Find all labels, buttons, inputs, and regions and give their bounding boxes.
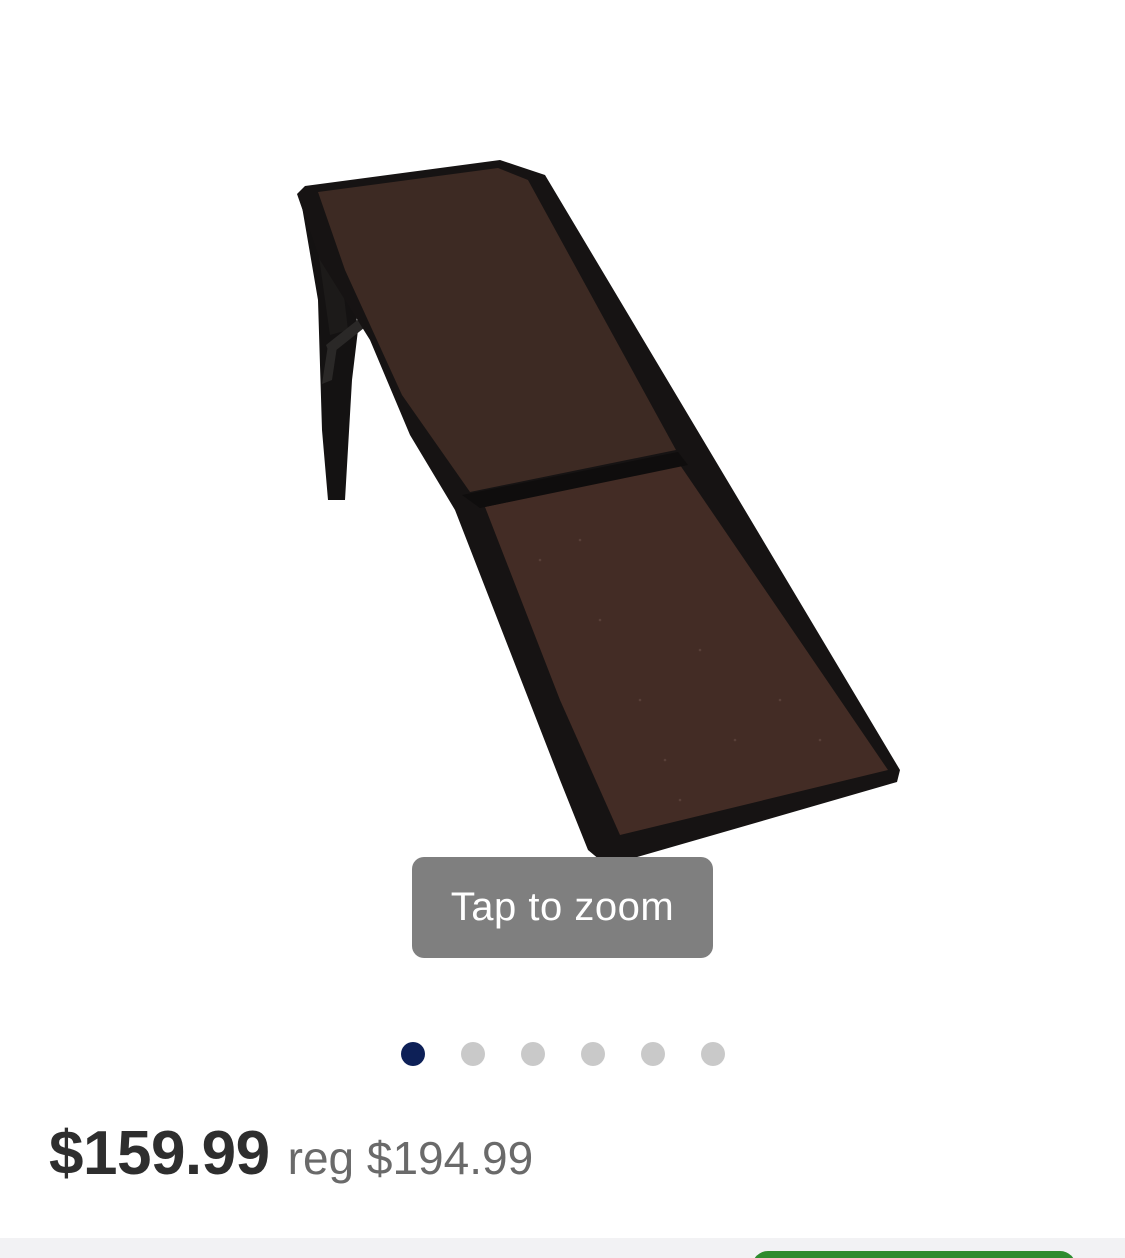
product-detail-page: Tap to zoom $159.99 reg $194.99	[0, 0, 1125, 1258]
gallery-dot-1[interactable]	[400, 1042, 425, 1066]
product-image-gallery[interactable]: Tap to zoom	[0, 0, 1125, 1010]
gallery-pagination	[0, 1042, 1125, 1068]
price-row: $159.99 reg $194.99	[49, 1118, 533, 1198]
gallery-dot-2[interactable]	[460, 1042, 485, 1066]
regular-price: reg $194.99	[287, 1132, 534, 1184]
tap-to-zoom-hint[interactable]: Tap to zoom	[412, 857, 713, 958]
gallery-dot-6[interactable]	[700, 1042, 725, 1066]
gallery-dot-5[interactable]	[640, 1042, 665, 1066]
sale-price: $159.99	[49, 1119, 270, 1188]
add-to-cart-button[interactable]	[752, 1251, 1076, 1258]
gallery-dot-4[interactable]	[580, 1042, 605, 1066]
gallery-dot-3[interactable]	[520, 1042, 545, 1066]
